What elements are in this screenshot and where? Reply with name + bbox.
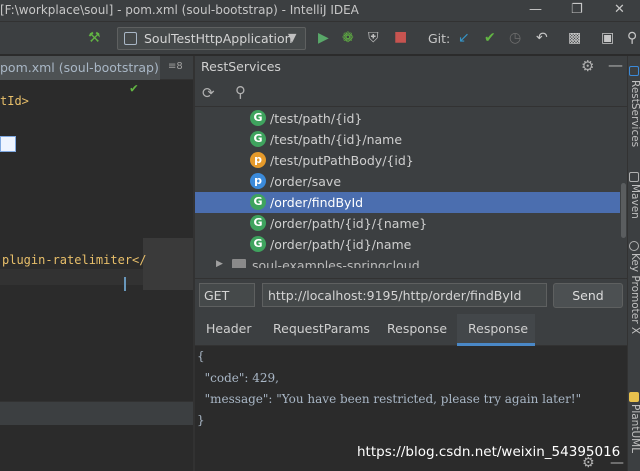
tab-response[interactable]: Response — [387, 321, 447, 336]
code-line: plugin-ratelimiter</ — [2, 253, 147, 267]
tab-header[interactable]: Header — [206, 321, 252, 336]
tree-scrollbar[interactable] — [620, 108, 627, 268]
rollback-icon[interactable]: ↶ — [536, 30, 548, 46]
window-title: [F:\workplace\soul] - pom.xml (soul-boot… — [0, 3, 359, 17]
get-method-icon: G — [250, 215, 266, 231]
right-tool-strip: RestServices Maven Key Promoter X PlantU… — [627, 56, 640, 471]
minimize-panel-icon[interactable]: — — [610, 455, 624, 471]
get-method-icon: G — [250, 131, 266, 147]
caret — [124, 277, 126, 291]
rest-services-header: RestServices ⚙ — — [195, 56, 627, 78]
route-item[interactable]: G /order/path/{id}/{name} — [195, 213, 620, 234]
post-method-icon: p — [250, 173, 266, 189]
run-configuration-select[interactable]: SoulTestHttpApplication ▼ — [117, 27, 306, 50]
rest-services-panel: RestServices ⚙ — ⟳ ⚲ G /test/path/{id} G… — [195, 56, 627, 471]
inspection-ok-icon: ✔ — [130, 81, 138, 96]
caret-row-highlight — [0, 269, 143, 285]
tab-response-active[interactable]: Response — [468, 321, 528, 336]
route-item[interactable]: p /test/putPathBody/{id} — [195, 150, 620, 171]
route-path: /test/putPathBody/{id} — [270, 153, 414, 168]
history-clock-icon[interactable]: ◷ — [509, 30, 521, 46]
git-update-icon[interactable]: ↙ — [458, 30, 470, 46]
minimize-panel-icon[interactable]: — — [608, 56, 623, 74]
request-bar: GET http://localhost:9195/http/order/fin… — [195, 278, 627, 312]
scroll-marker-region — [143, 238, 193, 290]
response-line: } — [197, 413, 205, 427]
editor-tab-pom[interactable]: pom.xml (soul-bootstrap) — [0, 56, 160, 80]
search-icon[interactable]: ⚲ — [235, 83, 246, 101]
url-input[interactable]: http://localhost:9195/http/order/findByI… — [262, 283, 547, 307]
gear-icon[interactable]: ⚙ — [582, 455, 595, 471]
rest-services-strip-icon — [629, 66, 639, 76]
get-method-icon: G — [250, 194, 266, 210]
route-path: /order/path/{id}/{name} — [270, 216, 428, 231]
editor-bottom-bar — [0, 401, 193, 425]
send-button[interactable]: Send — [553, 283, 623, 308]
module-name: soul-examples-springcloud — [252, 258, 420, 268]
git-commit-check-icon[interactable]: ✔ — [484, 30, 496, 46]
code-line: tId> — [0, 94, 29, 108]
route-item[interactable]: G /test/path/{id} — [195, 108, 620, 129]
tab-request-params[interactable]: RequestParams — [273, 321, 370, 336]
minimize-icon[interactable]: — — [529, 2, 542, 17]
rest-services-toolbar: ⟳ ⚲ — [195, 79, 627, 107]
strip-tab-restservices[interactable]: RestServices — [629, 80, 640, 147]
route-path: /test/path/{id} — [270, 111, 363, 126]
maven-gutter-icon[interactable] — [0, 136, 16, 152]
search-everywhere-icon[interactable]: ⚲ — [627, 30, 637, 46]
routes-tree: G /test/path/{id} G /test/path/{id}/name… — [195, 108, 620, 268]
watermark-url: https://blog.csdn.net/weixin_54395016 — [357, 444, 621, 460]
route-path: /order/findById — [270, 195, 364, 210]
code-editor[interactable]: tId> ✔ plugin-ratelimiter</ — [0, 81, 193, 401]
get-method-icon: G — [250, 236, 266, 252]
chevron-down-icon: ▼ — [288, 31, 297, 44]
route-path: /test/path/{id}/name — [270, 132, 403, 147]
terminal-icon[interactable]: ▣ — [601, 30, 614, 46]
route-item[interactable]: G /order/path/{id}/name — [195, 234, 620, 255]
route-path: /order/save — [270, 174, 342, 189]
editor-tab-bar: pom.xml (soul-bootstrap) ≡8 — [0, 56, 193, 80]
response-line: "message": "You have been restricted, pl… — [197, 392, 582, 406]
key-promoter-strip-icon — [629, 241, 639, 251]
request-tabs: Header RequestParams Response Response — [195, 314, 627, 346]
module-tree-node[interactable]: ▶ soul-examples-springcloud — [195, 255, 620, 268]
response-line: { — [197, 349, 205, 363]
response-line: "code": 429, — [197, 371, 279, 385]
scrollbar-thumb[interactable] — [621, 183, 626, 238]
refresh-icon[interactable]: ⟳ — [202, 84, 215, 102]
build-hammer-icon[interactable]: ⚒ — [88, 30, 101, 46]
coverage-icon[interactable]: ⛨ — [368, 30, 379, 46]
run-configuration-label: SoulTestHttpApplication — [144, 31, 293, 46]
route-item[interactable]: G /test/path/{id}/name — [195, 129, 620, 150]
gear-icon[interactable]: ⚙ — [581, 57, 594, 75]
folder-icon — [232, 259, 246, 268]
get-method-icon: G — [250, 110, 266, 126]
editor-tab-label: pom.xml (soul-bootstrap) — [0, 60, 159, 75]
put-method-icon: p — [250, 152, 266, 168]
rest-services-title: RestServices — [201, 59, 281, 74]
git-label: Git: — [428, 31, 451, 46]
editor-bottom-area — [0, 425, 193, 471]
route-path: /order/path/{id}/name — [270, 237, 412, 252]
tab-overflow-button[interactable]: ≡8 — [168, 61, 183, 72]
expand-arrow-icon[interactable]: ▶ — [216, 259, 223, 268]
app-config-icon — [124, 32, 137, 45]
route-item-selected[interactable]: G /order/findById — [195, 192, 620, 213]
project-structure-icon[interactable]: ▩ — [568, 30, 581, 46]
close-icon[interactable]: ✕ — [614, 2, 625, 17]
debug-bug-icon[interactable]: ❁ — [342, 30, 354, 46]
run-icon[interactable]: ▶ — [318, 30, 329, 46]
maven-strip-icon — [629, 172, 639, 182]
stop-icon[interactable]: ■ — [394, 29, 407, 45]
strip-tab-maven[interactable]: Maven — [629, 184, 640, 219]
strip-tab-plantuml[interactable]: PlantUML — [629, 404, 640, 453]
route-item[interactable]: p /order/save — [195, 171, 620, 192]
plantuml-strip-icon — [629, 392, 639, 402]
http-method-field[interactable]: GET — [199, 283, 255, 307]
title-bar: [F:\workplace\soul] - pom.xml (soul-boot… — [0, 0, 640, 22]
main-toolbar: ⚒ SoulTestHttpApplication ▼ ▶ ❁ ⛨ ■ Git:… — [0, 22, 640, 55]
restore-icon[interactable]: ❐ — [571, 2, 583, 17]
strip-tab-key-promoter[interactable]: Key Promoter X — [629, 253, 640, 334]
